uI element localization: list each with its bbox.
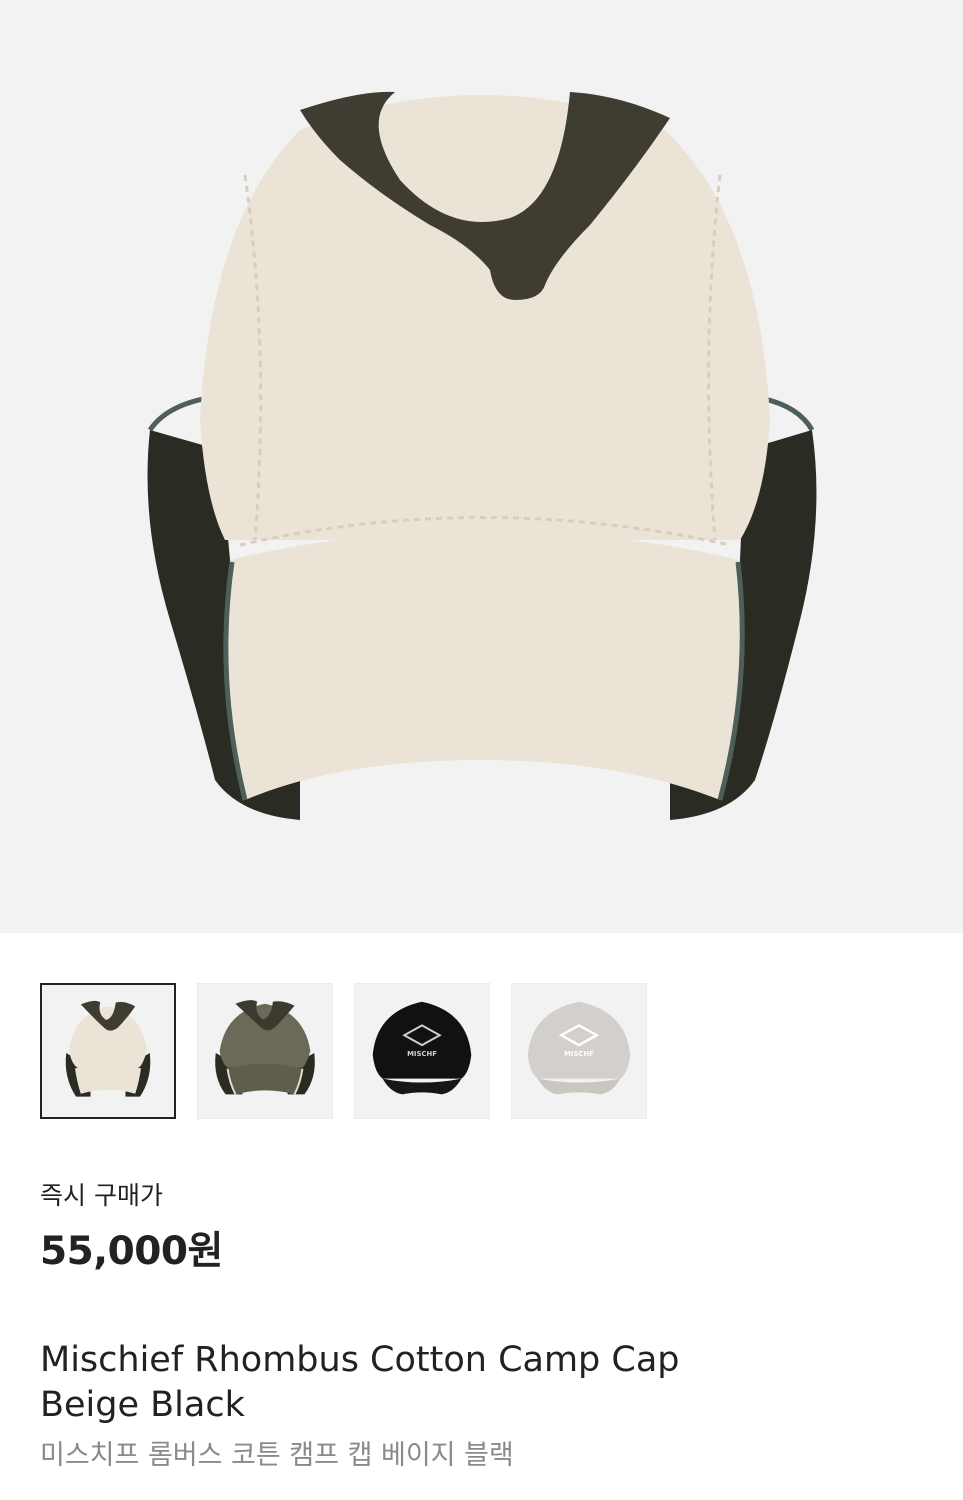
product-title-en: Mischief Rhombus Cotton Camp Cap Beige B… [40,1338,920,1428]
thumbnail-black-logo[interactable]: MISCHF [354,983,490,1119]
thumb-logo-text-black: MISCHF [407,1050,437,1058]
price-value: 55,000원 [40,1229,223,1274]
thumbnail-beige-black[interactable] [40,983,176,1119]
thumbnail-khaki[interactable] [197,983,333,1119]
thumbnail-light-gray-logo[interactable]: MISCHF [511,983,647,1119]
black-logo-cap-image: MISCHF [355,984,489,1118]
thumb-logo-text-gray: MISCHF [564,1050,594,1058]
cap-photo [147,91,817,820]
product-title-ko: 미스치프 롬버스 코튼 캠프 캡 베이지 블랙 [40,1440,514,1471]
thumbnail-strip: MISCHF MISCHF [40,983,647,1119]
price-label: 즉시 구매가 [40,1181,163,1210]
product-title-line2: Beige Black [40,1385,245,1425]
light-gray-logo-cap-image: MISCHF [512,984,646,1118]
khaki-cap-image [198,984,332,1118]
beige-black-cap-image [42,985,174,1117]
product-title-line1: Mischief Rhombus Cotton Camp Cap [40,1340,680,1380]
product-main-image[interactable] [0,0,963,933]
